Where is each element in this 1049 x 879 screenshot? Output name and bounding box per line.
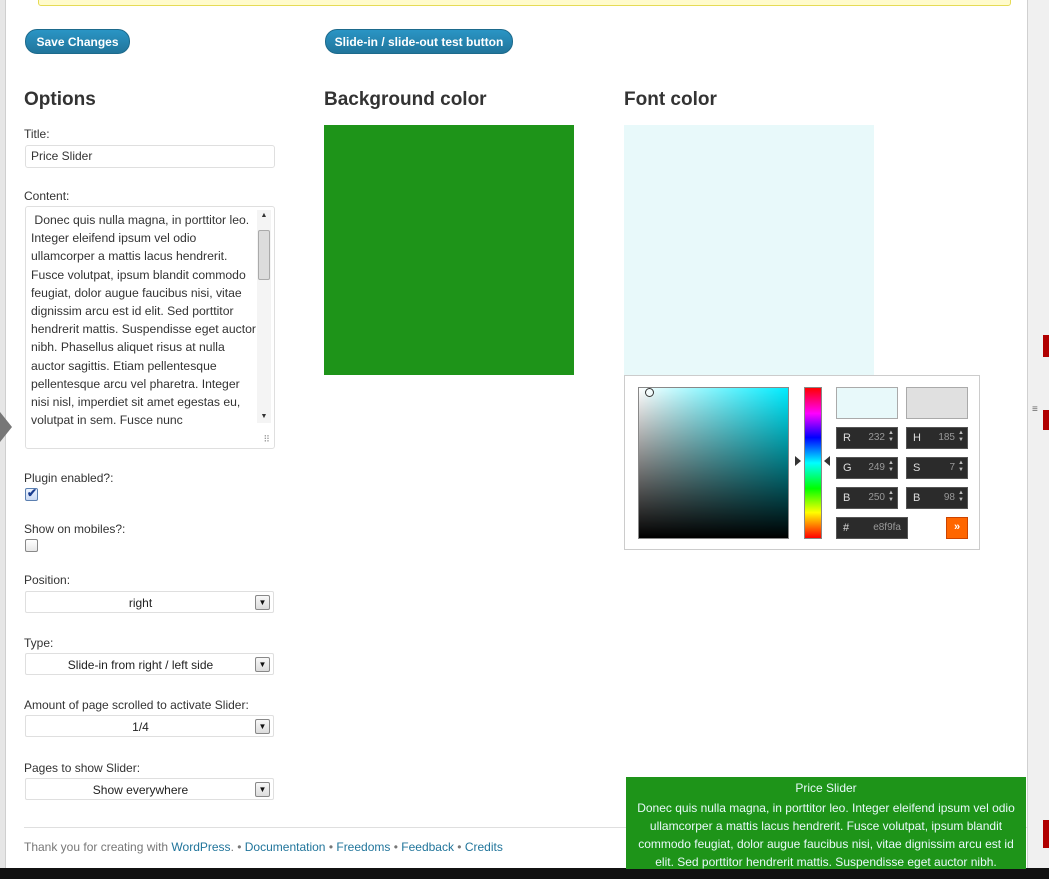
blue-field[interactable]: B 250 ▲ ▼ — [836, 487, 898, 509]
color-picker: R 232 ▲ ▼ G 249 ▲ ▼ B 250 ▲ ▼ H 185 ▲ ▼ S 7 … — [624, 375, 980, 550]
red-value[interactable]: 232 — [868, 432, 885, 443]
saturation-label: S — [913, 462, 921, 474]
hue-slider[interactable] — [804, 387, 822, 539]
brightness-field[interactable]: B 98 ▲ ▼ — [906, 487, 968, 509]
checkmark-icon: ✔ — [27, 486, 38, 500]
pages-label: Pages to show Slider: — [24, 761, 141, 775]
hex-value[interactable]: e8f9fa — [873, 522, 901, 533]
hex-field[interactable]: # e8f9fa — [836, 517, 908, 539]
green-value[interactable]: 249 — [868, 462, 885, 473]
admin-footer: Thank you for creating with WordPress. •… — [24, 840, 503, 854]
position-label: Position: — [24, 573, 71, 587]
font-color-heading: Font color — [624, 89, 717, 110]
footer-thanks: Thank you for creating with — [24, 840, 169, 854]
chevron-down-icon[interactable]: ▼ — [255, 595, 270, 610]
type-select[interactable]: Slide-in from right / left side ▼ — [25, 653, 274, 675]
saturation-value-area[interactable] — [638, 387, 789, 539]
save-changes-button[interactable]: Save Changes — [25, 29, 130, 54]
content-text: Donec quis nulla magna, in porttitor leo… — [31, 213, 256, 428]
chevron-down-icon[interactable]: ▼ — [255, 719, 270, 734]
position-value: right — [128, 596, 153, 610]
resize-grip-icon[interactable]: ⠿ — [263, 434, 270, 445]
show-mobiles-label: Show on mobiles?: — [24, 522, 126, 536]
options-heading: Options — [24, 89, 96, 110]
slider-preview-title: Price Slider — [795, 781, 857, 795]
background-color-heading: Background color — [324, 89, 487, 110]
taskbar-strip — [0, 868, 1049, 879]
plugin-enabled-checkbox[interactable]: ✔ — [25, 486, 38, 501]
slide-test-button[interactable]: Slide-in / slide-out test button — [325, 29, 513, 54]
type-label: Type: — [24, 636, 54, 650]
hex-label: # — [843, 522, 850, 534]
brightness-label: B — [913, 492, 921, 504]
scroll-amount-select[interactable]: 1/4 ▼ — [25, 715, 274, 737]
hue-arrow-icon[interactable] — [795, 456, 801, 466]
freedoms-link[interactable]: Freedoms — [336, 840, 390, 854]
font-color-swatch[interactable] — [624, 125, 874, 375]
window-edge-accent — [1043, 820, 1049, 848]
green-label: G — [843, 462, 852, 474]
hue-arrow-icon[interactable] — [824, 456, 830, 466]
saturation-value[interactable]: 7 — [949, 462, 955, 473]
scrollbar-thumb[interactable] — [258, 230, 270, 280]
scroll-down-icon[interactable]: ▼ — [257, 411, 271, 423]
window-edge-accent — [1043, 335, 1049, 357]
title-label: Title: — [24, 127, 50, 141]
admin-notice — [38, 0, 1011, 6]
hue-field[interactable]: H 185 ▲ ▼ — [906, 427, 968, 449]
blue-label: B — [843, 492, 851, 504]
chevron-down-icon[interactable]: ▼ — [255, 657, 270, 672]
scrollbar-grip-icon[interactable]: ≡ — [1032, 405, 1038, 415]
spinner-icon[interactable]: ▲ ▼ — [958, 460, 964, 474]
page-scrollbar[interactable]: ≡ — [1027, 0, 1049, 879]
red-label: R — [843, 432, 851, 444]
content-textarea[interactable]: Donec quis nulla magna, in porttitor leo… — [25, 206, 275, 449]
red-field[interactable]: R 232 ▲ ▼ — [836, 427, 898, 449]
show-mobiles-checkbox[interactable] — [25, 539, 38, 552]
current-color-preview[interactable] — [906, 387, 968, 419]
credits-link[interactable]: Credits — [465, 840, 503, 854]
spinner-icon[interactable]: ▲ ▼ — [888, 490, 894, 504]
blue-value[interactable]: 250 — [868, 492, 885, 503]
title-input[interactable]: Price Slider — [25, 145, 275, 168]
spinner-icon[interactable]: ▲ ▼ — [958, 490, 964, 504]
hue-value[interactable]: 185 — [938, 432, 955, 443]
brightness-value[interactable]: 98 — [944, 492, 955, 503]
spinner-icon[interactable]: ▲ ▼ — [888, 430, 894, 444]
spinner-icon[interactable]: ▲ ▼ — [888, 460, 894, 474]
position-select[interactable]: right ▼ — [25, 591, 274, 613]
saturation-field[interactable]: S 7 ▲ ▼ — [906, 457, 968, 479]
content-label: Content: — [24, 189, 70, 203]
textarea-scrollbar[interactable]: ▲ ▼ — [257, 210, 271, 423]
green-field[interactable]: G 249 ▲ ▼ — [836, 457, 898, 479]
scroll-amount-label: Amount of page scrolled to activate Slid… — [24, 698, 249, 712]
plugin-enabled-label: Plugin enabled?: — [24, 471, 114, 485]
pages-value: Show everywhere — [92, 783, 189, 797]
hue-label: H — [913, 432, 921, 444]
color-cursor[interactable] — [645, 388, 654, 397]
scroll-amount-value: 1/4 — [132, 720, 149, 734]
window-edge-accent — [1043, 410, 1049, 430]
scroll-up-icon[interactable]: ▲ — [257, 210, 271, 222]
wordpress-link[interactable]: WordPress — [171, 840, 230, 854]
documentation-link[interactable]: Documentation — [245, 840, 326, 854]
slider-preview-content: Donec quis nulla magna, in porttitor leo… — [637, 801, 1015, 869]
apply-color-button[interactable]: » — [946, 517, 968, 539]
type-value: Slide-in from right / left side — [67, 658, 214, 672]
spinner-icon[interactable]: ▲ ▼ — [958, 430, 964, 444]
chevron-down-icon[interactable]: ▼ — [255, 782, 270, 797]
new-color-preview — [836, 387, 898, 419]
pages-select[interactable]: Show everywhere ▼ — [25, 778, 274, 800]
feedback-link[interactable]: Feedback — [401, 840, 454, 854]
collapse-arrow-icon[interactable] — [0, 412, 12, 442]
slider-preview[interactable]: Price Slider Donec quis nulla magna, in … — [626, 777, 1026, 869]
background-color-swatch[interactable] — [324, 125, 574, 375]
